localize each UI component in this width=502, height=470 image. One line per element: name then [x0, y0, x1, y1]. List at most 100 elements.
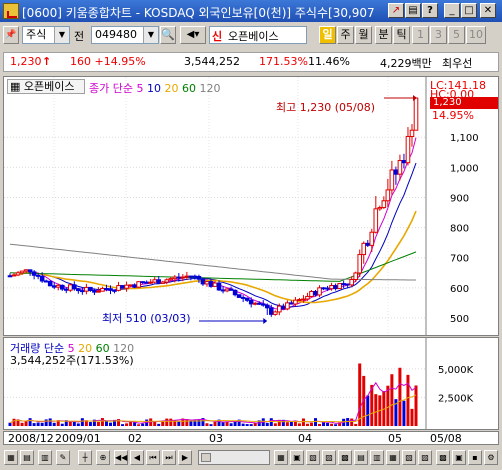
volume-bar: [60, 423, 64, 426]
volume-bar: [358, 363, 362, 426]
maximize-icon[interactable]: □: [461, 3, 477, 18]
candle-body: [112, 289, 117, 292]
price-chart[interactable]: 500 600 700 800 900 1,000 1,100: [4, 77, 498, 335]
chart-type-icon[interactable]: ▦: [4, 450, 18, 465]
candle-body: [176, 276, 182, 279]
crosshair-icon[interactable]: ┼: [78, 450, 92, 465]
chevron-down-icon[interactable]: ▼: [143, 27, 158, 43]
date-axis: 2008/12 2009/01 02 03 04 05 05/08: [3, 431, 499, 445]
settings-icon[interactable]: ⚙: [484, 450, 498, 465]
candle-body: [329, 285, 334, 290]
layout-icon[interactable]: ▤: [20, 450, 34, 465]
candle-body: [100, 287, 105, 292]
option-icon-4[interactable]: ▦: [386, 450, 400, 465]
price-tick-label: 700: [450, 254, 469, 265]
slider-thumb[interactable]: [201, 453, 211, 462]
stock-code-input[interactable]: 049480 ▼: [91, 26, 159, 44]
volume-bar: [374, 394, 378, 426]
candle-body: [236, 294, 242, 298]
volume-bar: [330, 423, 334, 426]
option-icon-5[interactable]: ▧: [402, 450, 416, 465]
chart-title-box[interactable]: ▦ 오픈베이스: [7, 79, 85, 94]
search-icon[interactable]: 🔍: [160, 26, 176, 44]
help-icon[interactable]: ?: [422, 3, 438, 18]
chart-menu-icon[interactable]: ▦: [10, 80, 20, 93]
chevron-down-icon[interactable]: ▼: [54, 27, 69, 43]
volume-bar: [289, 421, 293, 426]
candle-body: [244, 297, 250, 301]
credit-mark: 신: [212, 30, 223, 43]
tools-icon[interactable]: ✎: [56, 450, 70, 465]
window-title: [0600] 키움종합차트 - KOSDAQ 외국인보유[0(천)] 주식수[3…: [22, 6, 375, 20]
interval-5-button[interactable]: 5: [448, 26, 465, 44]
volume-bar: [28, 418, 32, 426]
zoom-icon[interactable]: ⊕: [96, 450, 110, 465]
volume-bar: [414, 385, 418, 426]
period-minute-button[interactable]: 분: [375, 26, 392, 44]
period-tick-button[interactable]: 틱: [393, 26, 410, 44]
candle-body: [317, 287, 322, 296]
candle-body: [273, 311, 278, 315]
volume-bar: [141, 423, 145, 426]
candle-body: [108, 288, 113, 291]
print-icon[interactable]: ▤: [405, 3, 421, 18]
next-icon[interactable]: ▶: [178, 450, 192, 465]
indicator-icon[interactable]: ▨: [322, 450, 336, 465]
prev-icon[interactable]: ◀: [130, 450, 144, 465]
grid-view-icon[interactable]: ▦: [274, 450, 288, 465]
quote-row: 1,230 ↑ 160 +14.95% 3,544,252 171.53% 11…: [3, 52, 499, 72]
volume-bar: [398, 367, 402, 426]
legend-ma5: 5: [136, 82, 144, 95]
volume-bar: [318, 423, 322, 426]
table-icon[interactable]: ▥: [38, 450, 52, 465]
option-icon-3[interactable]: ▥: [370, 450, 384, 465]
period-week-button[interactable]: 주: [337, 26, 354, 44]
market-select[interactable]: 주식 ▼: [22, 26, 70, 44]
speaker-icon[interactable]: ◀▾: [180, 26, 206, 44]
date-label: 04: [298, 432, 312, 445]
volume-chart-panel[interactable]: 2,500K 5,000K 거래량 단순 5 20 60 120 3,544,25…: [3, 337, 499, 430]
prev-fast-icon[interactable]: ◀◀: [114, 450, 128, 465]
option-icon-2[interactable]: ▤: [354, 450, 368, 465]
save-icon[interactable]: ▪: [468, 450, 482, 465]
candle-body: [220, 289, 226, 292]
split-view-icon[interactable]: ▣: [290, 450, 304, 465]
candle-body: [47, 280, 53, 287]
legend-ma60: 60: [181, 82, 196, 95]
candle-body: [252, 302, 258, 305]
option-icon-7[interactable]: ▩: [436, 450, 450, 465]
price-chart-panel[interactable]: 500 600 700 800 900 1,000 1,100 ▦ 오픈베이스 종가 단순 …: [3, 76, 499, 336]
up-arrow-icon: ↑: [42, 55, 52, 68]
volume-bar: [88, 422, 92, 426]
scroll-slider[interactable]: [198, 450, 270, 465]
period-day-button[interactable]: 일: [319, 26, 336, 44]
volume-bar: [406, 374, 410, 426]
candle-body: [341, 283, 346, 286]
compare-icon[interactable]: ▧: [306, 450, 320, 465]
option-icon-1[interactable]: ▩: [338, 450, 352, 465]
app-chart-icon: [3, 3, 19, 19]
option-icon-6[interactable]: ▨: [418, 450, 432, 465]
interval-3-button[interactable]: 3: [430, 26, 447, 44]
volume-bar: [309, 422, 313, 426]
last-icon[interactable]: ⏭: [162, 450, 176, 465]
volume-bar: [36, 422, 40, 426]
interval-10-button[interactable]: 10: [466, 26, 486, 44]
volume-bar: [366, 395, 370, 426]
interval-1-button[interactable]: 1: [412, 26, 429, 44]
volume-bar: [165, 418, 169, 426]
volume-bar: [177, 421, 181, 426]
candle-body: [188, 275, 194, 278]
pin-icon[interactable]: 📌: [3, 26, 19, 44]
chart-settings-icon[interactable]: ↗: [388, 3, 404, 18]
close-icon[interactable]: ✕: [480, 3, 496, 18]
volume-bar: [76, 423, 80, 426]
option-icon-8[interactable]: ▣: [452, 450, 466, 465]
minimize-icon[interactable]: _: [444, 3, 460, 18]
volume-bar: [245, 424, 249, 426]
candle-body: [313, 290, 318, 296]
volume-bar: [314, 418, 318, 426]
volume-bar: [121, 424, 125, 426]
first-icon[interactable]: ⏮: [146, 450, 160, 465]
period-month-button[interactable]: 월: [355, 26, 372, 44]
